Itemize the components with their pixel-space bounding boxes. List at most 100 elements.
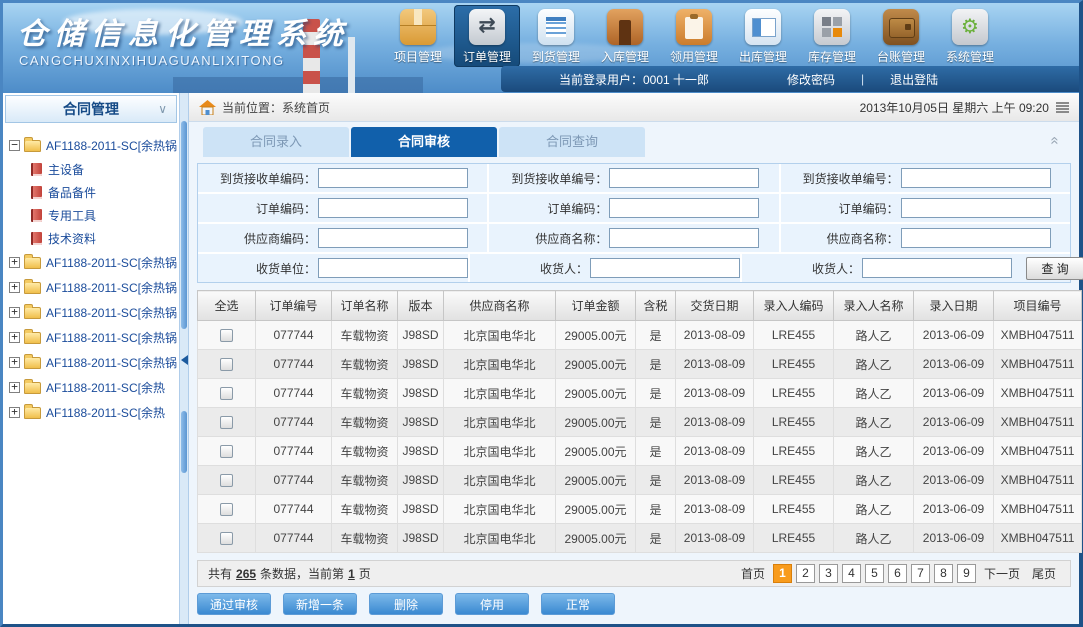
expand-expander-icon[interactable]: + <box>9 357 20 368</box>
scrollbar-thumb[interactable] <box>181 411 187 473</box>
sync-icon-glyph: ⇄ <box>469 9 505 45</box>
next-page-link[interactable]: 下一页 <box>984 565 1020 582</box>
door-icon-glyph <box>607 9 643 45</box>
nav-item-inventory-mgmt[interactable]: 库存管理 <box>799 5 865 67</box>
tree-folder-item[interactable]: +AF1188-2011-SC[余热 <box>7 375 177 400</box>
nav-item-order-mgmt[interactable]: ⇄订单管理 <box>454 5 520 67</box>
order-code-2-input[interactable] <box>609 198 759 218</box>
first-page-link[interactable]: 首页 <box>741 565 765 582</box>
delete-button[interactable]: 删除 <box>369 593 443 615</box>
tree-child-item[interactable]: 专用工具 <box>7 204 177 227</box>
search-button[interactable]: 查 询 <box>1026 257 1083 280</box>
tree-folder-label: AF1188-2011-SC[余热 <box>46 404 165 421</box>
logout-link[interactable]: 退出登陆 <box>890 71 938 88</box>
receiver-unit-input[interactable] <box>318 258 468 278</box>
arrival-receipt-no-2-input[interactable] <box>901 168 1051 188</box>
nav-item-inbound-mgmt[interactable]: 入库管理 <box>592 5 658 67</box>
row-select-cell <box>198 524 256 553</box>
current-page-number: 1 <box>348 567 355 581</box>
collapse-sidebar-arrow-icon[interactable] <box>181 355 188 365</box>
supplier-code-input[interactable] <box>318 228 468 248</box>
scrollbar-thumb[interactable] <box>181 121 187 329</box>
expand-expander-icon[interactable]: + <box>9 282 20 293</box>
row-checkbox[interactable] <box>220 474 233 487</box>
page-button-1[interactable]: 1 <box>773 564 792 583</box>
expand-expander-icon[interactable]: + <box>9 332 20 343</box>
expand-expander-icon[interactable]: + <box>9 407 20 418</box>
tree-folder-item[interactable]: +AF1188-2011-SC[余热锅炉 <box>7 275 177 300</box>
tree-folder-item[interactable]: +AF1188-2011-SC[余热锅 <box>7 325 177 350</box>
nav-item-project-mgmt[interactable]: 项目管理 <box>385 5 451 67</box>
row-checkbox[interactable] <box>220 387 233 400</box>
arrival-receipt-code-input[interactable] <box>318 168 468 188</box>
receiver-2-input[interactable] <box>862 258 1012 278</box>
arrival-receipt-no-1-input[interactable] <box>609 168 759 188</box>
column-header: 录入日期 <box>914 291 994 321</box>
table-cell: 077744 <box>256 379 332 408</box>
nav-item-arrival-mgmt[interactable]: 到货管理 <box>523 5 589 67</box>
table-cell: XMBH047511 <box>994 379 1082 408</box>
tree-child-item[interactable]: 主设备 <box>7 158 177 181</box>
nav-item-system-mgmt[interactable]: ⚙系统管理 <box>937 5 1003 67</box>
supplier-name-1-input[interactable] <box>609 228 759 248</box>
contract-tree: −AF1188-2011-SC[余热锅炉岛主设备备品备件专用工具技术资料+AF1… <box>3 125 179 624</box>
menu-lines-icon[interactable] <box>1056 102 1069 113</box>
page-button-2[interactable]: 2 <box>796 564 815 583</box>
expand-expander-icon[interactable]: + <box>9 382 20 393</box>
tab-contract-entry[interactable]: 合同录入 <box>203 127 349 157</box>
tree-folder-item[interactable]: +AF1188-2011-SC[余热锅炉 <box>7 300 177 325</box>
tab-contract-query[interactable]: 合同查询 <box>499 127 645 157</box>
approve-button[interactable]: 通过审核 <box>197 593 271 615</box>
table-cell: 29005.00元 <box>556 495 636 524</box>
nav-item-outbound-mgmt[interactable]: 出库管理 <box>730 5 796 67</box>
page-button-3[interactable]: 3 <box>819 564 838 583</box>
tree-child-label: 技术资料 <box>48 230 96 247</box>
table-cell: XMBH047511 <box>994 495 1082 524</box>
column-header: 订单编号 <box>256 291 332 321</box>
tree-folder-item[interactable]: −AF1188-2011-SC[余热锅炉岛 <box>7 133 177 158</box>
row-checkbox[interactable] <box>220 503 233 516</box>
folder-icon <box>24 257 41 269</box>
tree-child-item[interactable]: 技术资料 <box>7 227 177 250</box>
grid-icon <box>814 9 850 45</box>
disable-button[interactable]: 停用 <box>455 593 529 615</box>
row-checkbox[interactable] <box>220 445 233 458</box>
page-button-4[interactable]: 4 <box>842 564 861 583</box>
row-checkbox[interactable] <box>220 358 233 371</box>
summary-mid: 条数据，当前第 <box>260 565 344 582</box>
expand-expander-icon[interactable]: + <box>9 257 20 268</box>
order-code-3-input[interactable] <box>901 198 1051 218</box>
last-page-link[interactable]: 尾页 <box>1032 565 1056 582</box>
collapse-expander-icon[interactable]: − <box>9 140 20 151</box>
table-cell: 2013-06-09 <box>914 379 994 408</box>
page-button-9[interactable]: 9 <box>957 564 976 583</box>
page-button-7[interactable]: 7 <box>911 564 930 583</box>
page-button-5[interactable]: 5 <box>865 564 884 583</box>
tree-folder-item[interactable]: +AF1188-2011-SC[余热锅炉 <box>7 250 177 275</box>
search-form: 到货接收单编码：到货接收单编号：到货接收单编号：订单编码：订单编码：订单编码：供… <box>197 163 1071 283</box>
order-code-1-input[interactable] <box>318 198 468 218</box>
tab-contract-review[interactable]: 合同审核 <box>351 127 497 157</box>
row-select-cell <box>198 321 256 350</box>
tree-child-item[interactable]: 备品备件 <box>7 181 177 204</box>
row-checkbox[interactable] <box>220 532 233 545</box>
tree-folder-item[interactable]: +AF1188-2011-SC[余热锅 <box>7 350 177 375</box>
add-one-button[interactable]: 新增一条 <box>283 593 357 615</box>
normal-button[interactable]: 正常 <box>541 593 615 615</box>
table-cell: 2013-08-09 <box>676 495 754 524</box>
table-cell: 北京国电华北 <box>444 379 556 408</box>
nav-item-ledger-mgmt[interactable]: 台账管理 <box>868 5 934 67</box>
row-checkbox[interactable] <box>220 416 233 429</box>
sidebar-title-dropdown[interactable]: 合同管理 ∨ <box>5 95 177 123</box>
change-password-link[interactable]: 修改密码 <box>787 71 835 88</box>
row-checkbox[interactable] <box>220 329 233 342</box>
supplier-name-2-input[interactable] <box>901 228 1051 248</box>
nav-item-requisition-mgmt[interactable]: 领用管理 <box>661 5 727 67</box>
expand-expander-icon[interactable]: + <box>9 307 20 318</box>
tree-folder-item[interactable]: + AF1188-2011-SC[余热 <box>7 400 177 425</box>
receiver-1-input[interactable] <box>590 258 740 278</box>
page-button-8[interactable]: 8 <box>934 564 953 583</box>
table-cell: 车载物资 <box>332 437 398 466</box>
collapse-panel-chevrons-icon[interactable]: « <box>1046 136 1063 144</box>
page-button-6[interactable]: 6 <box>888 564 907 583</box>
